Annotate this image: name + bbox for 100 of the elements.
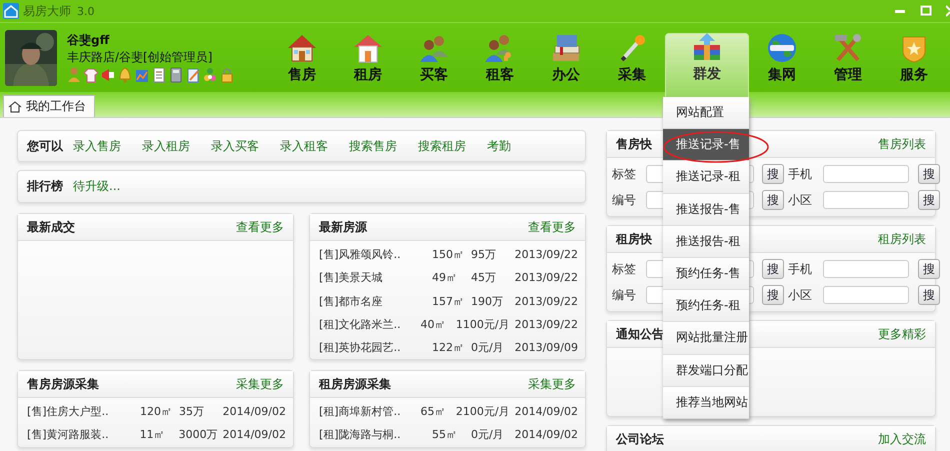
listing-title[interactable]: [售]住房大户型.. <box>27 404 135 420</box>
quick-action-link[interactable]: 录入买客 <box>211 138 259 154</box>
menu-item[interactable]: 推送报告-售 <box>663 194 749 226</box>
books-icon[interactable] <box>550 33 582 63</box>
listing-price: 0元/月 <box>471 427 505 442</box>
panel-title: 通知公告 <box>616 326 664 342</box>
listing-title[interactable]: [售]都市名座 <box>319 294 427 309</box>
menu-item[interactable]: 推送记录-售 <box>663 129 749 162</box>
menu-item[interactable]: 推送记录-租 <box>663 161 749 194</box>
search-field[interactable] <box>823 191 909 209</box>
listing-title[interactable]: [售]风雅颂风铃.. <box>319 247 427 262</box>
nav-button[interactable]: 售房 <box>269 23 335 92</box>
listing-title[interactable]: [租]英协花园艺.. <box>319 340 427 356</box>
listing-price: 2100元/月 <box>456 404 510 420</box>
house-icon[interactable] <box>286 33 318 63</box>
menu-item[interactable]: 推荐当地网站 <box>663 386 749 419</box>
menu-item[interactable]: 网站批量注册 <box>663 322 749 354</box>
listing-price: 35万 <box>179 404 205 420</box>
globe-icon[interactable] <box>766 33 798 63</box>
listing-price: 1100元/月 <box>456 317 510 332</box>
quick-action-link[interactable]: 录入租客 <box>280 138 328 154</box>
listing-date: 2014/09/02 <box>514 428 578 442</box>
search-button[interactable]: 搜 <box>918 285 940 305</box>
nav-button[interactable]: 集网 <box>749 23 815 92</box>
menu-item[interactable]: 预约任务-租 <box>663 290 749 322</box>
quick-actions-label: 您可以 <box>27 138 63 154</box>
menu-item[interactable]: 网站配置 <box>663 97 749 130</box>
people-icon[interactable] <box>418 33 450 63</box>
listing-price: 190万 <box>471 294 504 309</box>
listing-price: 45万 <box>471 270 497 286</box>
quick-action-link[interactable]: 搜索售房 <box>349 138 397 154</box>
listing-date: 2014/09/02 <box>514 405 578 418</box>
home-icon <box>8 100 22 112</box>
more-link[interactable]: 更多精彩 <box>878 326 926 342</box>
panel-title: 最新房源 <box>319 218 367 236</box>
nav-button[interactable]: 租房 <box>335 23 401 92</box>
menu-item[interactable]: 群发端口分配 <box>663 354 749 387</box>
panel-title: 公司论坛 <box>616 430 664 448</box>
menu-item[interactable]: 推送报告-租 <box>663 226 749 258</box>
more-link[interactable]: 加入交流 <box>878 430 926 448</box>
ranking-status: 待升级... <box>73 178 120 195</box>
listing-title[interactable]: [租]陇海路与桐.. <box>319 427 427 442</box>
more-link[interactable]: 售房列表 <box>878 136 926 152</box>
listing-date: 2013/09/09 <box>514 341 578 354</box>
nav-button[interactable]: 群发 <box>665 33 749 98</box>
search-button[interactable]: 搜 <box>762 164 784 184</box>
tools-icon[interactable] <box>832 33 864 63</box>
search-button[interactable]: 搜 <box>918 164 940 184</box>
chart-icon[interactable] <box>135 67 149 83</box>
calculator-icon[interactable] <box>169 67 183 83</box>
listing-title[interactable]: [租]商埠新村管.. <box>319 404 416 420</box>
listing-title[interactable]: [售]黄河路服装.. <box>27 427 135 442</box>
quick-action-link[interactable]: 录入租房 <box>142 138 190 154</box>
lock-icon[interactable] <box>220 67 234 83</box>
more-link[interactable]: 查看更多 <box>236 218 284 236</box>
bell-icon[interactable] <box>118 67 132 83</box>
quick-action-link[interactable]: 录入售房 <box>73 138 121 154</box>
listing-price: 0元/月 <box>471 340 505 356</box>
search-field[interactable] <box>823 260 909 278</box>
field-label: 小区 <box>788 286 813 304</box>
megaphone-icon[interactable] <box>101 67 115 83</box>
menu-item[interactable]: 预约任务-售 <box>663 258 749 290</box>
nav-button[interactable]: 办公 <box>533 23 599 92</box>
listing-date: 2014/09/02 <box>222 428 286 442</box>
search-button[interactable]: 搜 <box>762 190 784 210</box>
listing-area: 55㎡ <box>432 427 466 442</box>
person-icon[interactable] <box>67 67 81 83</box>
maximize-icon[interactable] <box>920 5 932 17</box>
field-label: 手机 <box>788 260 813 278</box>
workspace-tab[interactable]: 我的工作台 <box>3 95 95 117</box>
nav-button[interactable]: 租客 <box>467 23 533 92</box>
flower-icon[interactable] <box>203 67 217 83</box>
panel-title: 最新成交 <box>27 218 75 236</box>
more-link[interactable]: 查看更多 <box>528 218 576 236</box>
nav-button[interactable]: 采集 <box>599 23 665 92</box>
notepad-icon[interactable] <box>186 67 200 83</box>
more-link[interactable]: 采集更多 <box>528 376 576 392</box>
search-field[interactable] <box>823 286 909 304</box>
document-icon[interactable] <box>152 67 166 83</box>
field-label: 标签 <box>612 260 637 278</box>
listing-title[interactable]: [售]美景天城 <box>319 270 427 286</box>
search-button[interactable]: 搜 <box>918 190 940 210</box>
house-icon[interactable] <box>352 33 384 63</box>
nav-button[interactable]: 管理 <box>815 23 881 92</box>
listing-date: 2014/09/02 <box>222 405 286 418</box>
listing-date: 2013/09/22 <box>514 294 578 308</box>
shirt-icon[interactable] <box>84 67 98 83</box>
more-link[interactable]: 租房列表 <box>878 230 926 248</box>
search-button[interactable]: 搜 <box>762 259 784 279</box>
quick-action-link[interactable]: 搜索租房 <box>418 138 466 154</box>
quick-action-link[interactable]: 考勤 <box>487 138 511 154</box>
search-field[interactable] <box>823 165 909 183</box>
listing-title[interactable]: [租]文化路米兰.. <box>319 317 416 332</box>
more-link[interactable]: 采集更多 <box>236 376 284 392</box>
search-button[interactable]: 搜 <box>918 259 940 279</box>
box-arrow-icon[interactable] <box>691 32 723 62</box>
nav-button[interactable]: 服务 <box>881 23 947 92</box>
search-button[interactable]: 搜 <box>762 285 784 305</box>
nav-button[interactable]: 买客 <box>401 23 467 92</box>
close-icon[interactable] <box>946 5 950 17</box>
